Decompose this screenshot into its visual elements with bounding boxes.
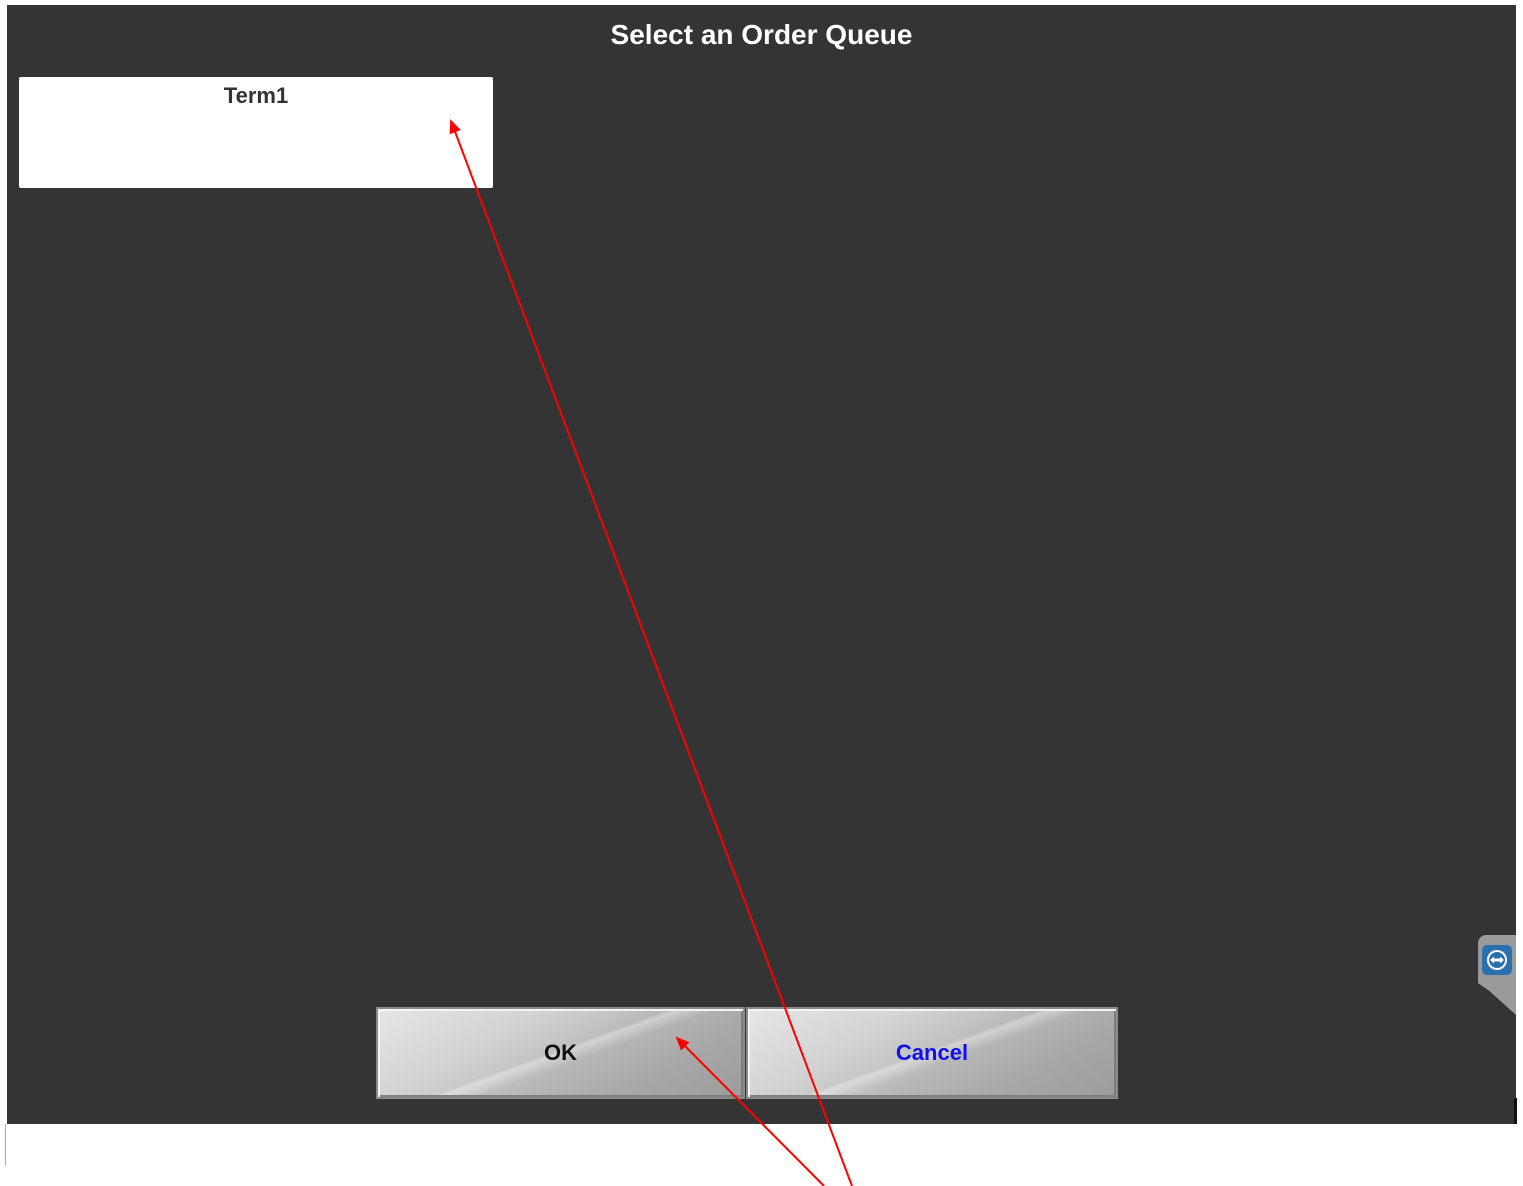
queue-tile-label: Term1: [223, 83, 289, 108]
screenshot-page: Select an Order Queue Term1 OK Cancel: [0, 0, 1523, 1186]
remote-support-icon: [1482, 945, 1512, 975]
dialog-title: Select an Order Queue: [610, 19, 913, 50]
left-divider: [5, 1124, 6, 1166]
queue-tile-term1[interactable]: Term1: [19, 77, 493, 188]
order-queue-dialog: Select an Order Queue Term1: [7, 5, 1516, 1124]
cancel-button[interactable]: Cancel: [746, 1007, 1118, 1099]
remote-support-tab[interactable]: [1478, 935, 1516, 1015]
edge-marker: [1514, 1098, 1517, 1124]
ok-button[interactable]: OK: [376, 1007, 745, 1099]
